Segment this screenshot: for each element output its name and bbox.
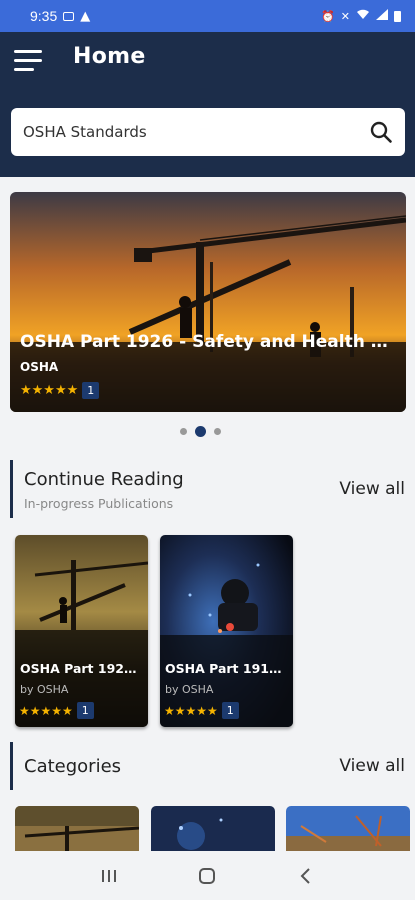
featured-author: OSHA	[20, 360, 59, 374]
publication-title: OSHA Part 1910 -...	[165, 661, 289, 676]
categories-view-all-link[interactable]: View all	[339, 756, 405, 776]
search-input[interactable]	[23, 123, 369, 141]
search-bar[interactable]	[11, 108, 405, 156]
screen-icon	[63, 11, 75, 21]
search-icon[interactable]	[369, 120, 393, 144]
rating-count-badge: 1	[82, 382, 100, 399]
mute-icon: ✕	[340, 9, 350, 23]
publication-author: by OSHA	[165, 683, 214, 696]
recent-apps-icon[interactable]	[94, 861, 124, 891]
welder-cover-image	[160, 535, 293, 727]
notification-icon: ▲	[80, 8, 91, 24]
rating-count-badge: 1	[76, 702, 94, 719]
crane-cover-image	[15, 535, 148, 727]
alarm-icon: ⏰	[321, 9, 335, 23]
construction-category-image	[15, 806, 139, 854]
star-rating-icon: ★★★★★	[20, 383, 79, 398]
featured-rating: ★★★★★ 1	[20, 382, 100, 399]
signal-icon	[376, 9, 388, 23]
back-icon[interactable]	[291, 861, 321, 891]
continue-reading-title: Continue Reading	[24, 469, 184, 490]
publication-card[interactable]: OSHA Part 1926 -... by OSHA ★★★★★ 1	[15, 535, 148, 727]
status-time: 9:35	[30, 8, 58, 24]
publication-author: by OSHA	[20, 683, 69, 696]
status-bar: 9:35 ▲ ⏰ ✕	[0, 0, 415, 32]
categories-title: Categories	[24, 756, 122, 777]
section-accent-bar	[10, 742, 13, 790]
construction-sunset-image	[10, 192, 406, 412]
continue-reading-view-all-link[interactable]: View all	[339, 479, 405, 499]
category-tile-maritime[interactable]	[286, 806, 410, 854]
star-rating-icon: ★★★★★	[19, 703, 73, 718]
carousel-indicator	[180, 426, 221, 437]
publication-rating: ★★★★★ 1	[19, 702, 94, 719]
rating-count-badge: 1	[221, 702, 239, 719]
publication-rating: ★★★★★ 1	[164, 702, 239, 719]
category-tile-construction[interactable]	[15, 806, 139, 854]
carousel-dot[interactable]	[180, 428, 187, 435]
wifi-icon	[356, 9, 370, 23]
continue-reading-subtitle: In-progress Publications	[24, 496, 174, 511]
page-title: Home	[73, 44, 146, 69]
app-header: Home	[0, 32, 415, 177]
carousel-dot-active[interactable]	[195, 426, 206, 437]
publication-title: OSHA Part 1926 -...	[20, 661, 144, 676]
star-rating-icon: ★★★★★	[164, 703, 218, 718]
carousel-dot[interactable]	[214, 428, 221, 435]
home-icon[interactable]	[192, 861, 222, 891]
hamburger-menu-icon[interactable]	[14, 50, 42, 71]
featured-title: OSHA Part 1926 - Safety and Health Reg..…	[20, 332, 400, 352]
publication-card[interactable]: OSHA Part 1910 -... by OSHA ★★★★★ 1	[160, 535, 293, 727]
section-accent-bar	[10, 460, 13, 518]
general-industry-category-image	[151, 806, 275, 854]
category-tile-general-industry[interactable]	[151, 806, 275, 854]
battery-icon	[394, 10, 401, 22]
maritime-category-image	[286, 806, 410, 854]
featured-publication-card[interactable]: OSHA Part 1926 - Safety and Health Reg..…	[10, 192, 406, 412]
system-navigation-bar	[0, 851, 415, 900]
